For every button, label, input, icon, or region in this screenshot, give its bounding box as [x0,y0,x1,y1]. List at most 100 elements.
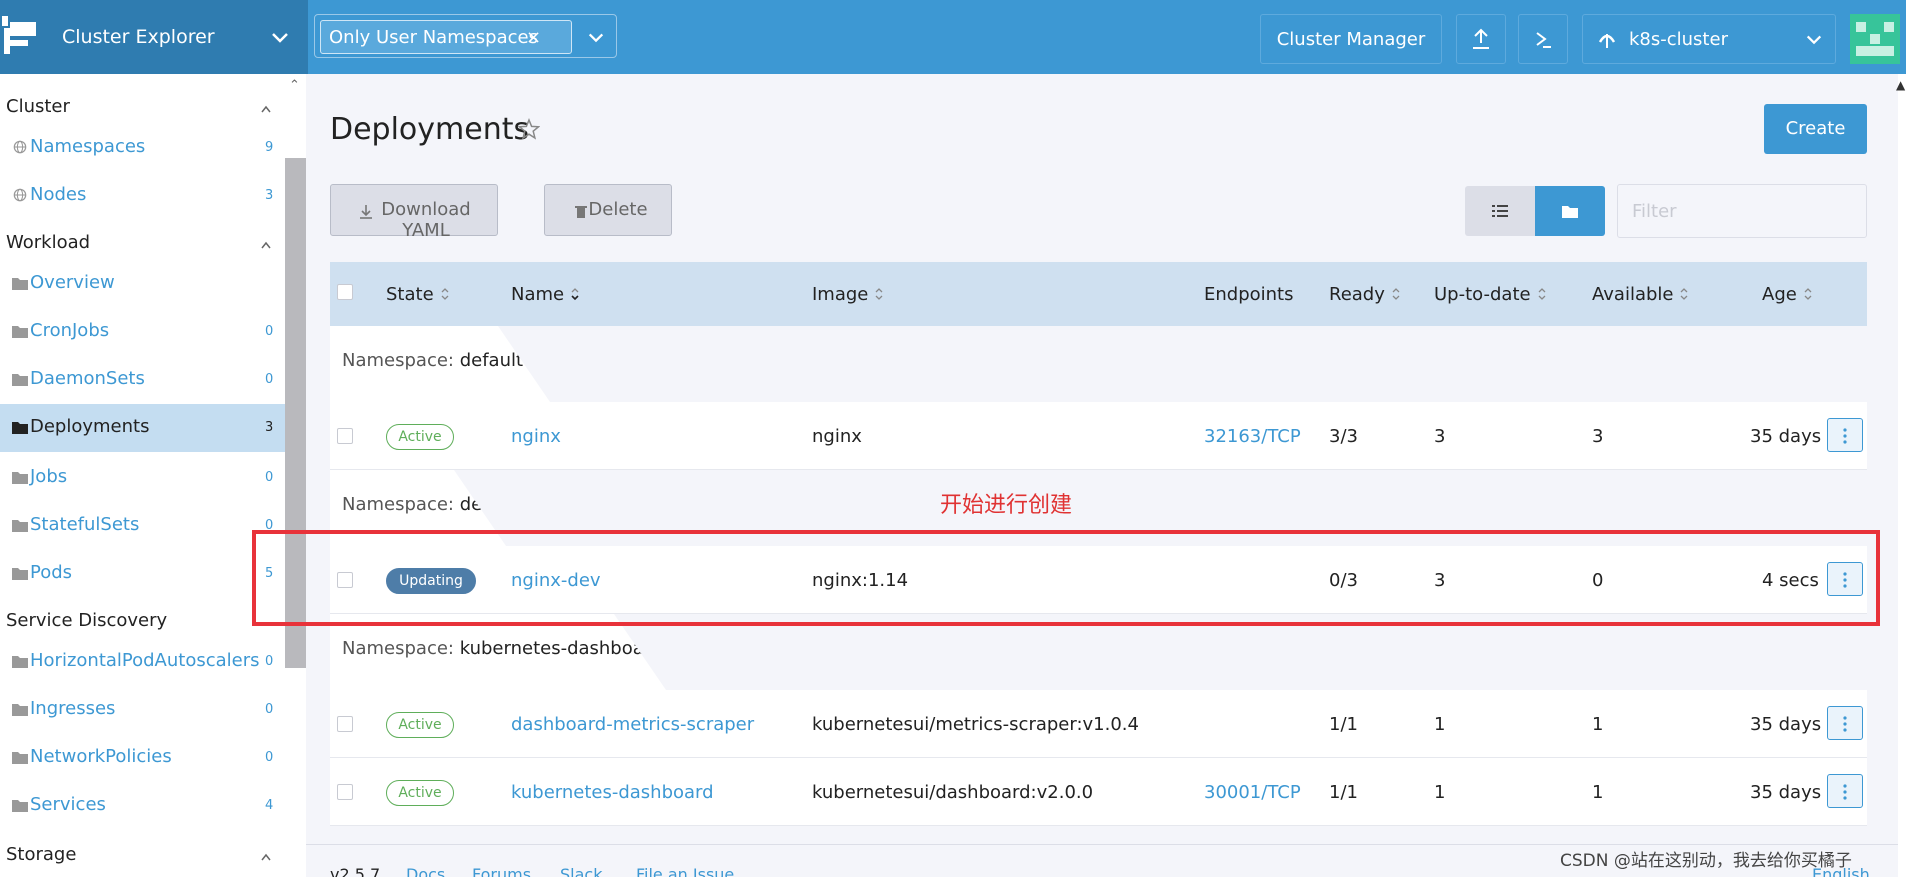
sort-icon [1804,288,1812,300]
globe-icon [13,188,27,202]
helm-icon [1598,34,1616,48]
delete-button[interactable]: Delete [544,184,672,236]
column-image[interactable]: Image [812,284,884,305]
section-storage[interactable]: Storage [6,844,76,865]
column-age[interactable]: Age [1762,284,1813,305]
row-checkbox[interactable] [337,716,353,732]
deployment-name-link[interactable]: dashboard-metrics-scraper [511,714,754,735]
row-checkbox[interactable] [337,784,353,800]
sidebar-item-pods[interactable]: Pods 5 [0,550,285,598]
chevron-up-icon[interactable] [260,852,272,862]
endpoint-link[interactable]: 30001/TCP [1204,782,1301,803]
chevron-down-icon [1806,35,1822,45]
download-yaml-button[interactable]: Download YAML [330,184,498,241]
main-content: Deployments Create Download YAML Delete … [306,74,1898,877]
sidebar-item-deployments[interactable]: Deployments 3 [0,404,285,452]
annotation-text: 开始进行创建 [940,493,1073,518]
column-available[interactable]: Available [1592,284,1689,305]
remove-filter-icon[interactable]: × [526,27,541,48]
sort-icon [1392,288,1400,300]
cluster-selector[interactable]: k8s-cluster [1582,14,1836,64]
sidebar-item-nodes[interactable]: Nodes 3 [0,172,285,220]
kebab-menu-icon [1843,716,1847,732]
section-workload[interactable]: Workload [6,232,90,253]
folder-icon [12,800,28,812]
folder-icon [12,374,28,386]
sidebar-item-daemonsets[interactable]: DaemonSets 0 [0,356,285,404]
column-ready[interactable]: Ready [1329,284,1401,305]
sidebar-item-overview[interactable]: Overview [0,260,285,308]
row-actions-button[interactable] [1827,418,1863,452]
up-to-date-cell: 1 [1434,714,1446,735]
chevron-up-icon[interactable] [260,104,272,114]
view-toggle [1465,186,1605,236]
docs-link[interactable]: Docs [406,865,445,877]
table-row[interactable]: Active dashboard-metrics-scraper kuberne… [330,690,1867,758]
row-actions-button[interactable] [1827,706,1863,740]
table-row[interactable]: Active kubernetes-dashboard kubernetesui… [330,758,1867,826]
sidebar-item-ingresses[interactable]: Ingresses 0 [0,686,285,734]
sidebar-item-hpa[interactable]: HorizontalPodAutoscalers 0 [0,638,285,686]
folder-icon [12,752,28,764]
forums-link[interactable]: Forums [472,865,531,877]
folder-icon [12,568,28,580]
namespace-filter-label: Only User Namespaces [329,27,538,48]
cluster-explorer-menu[interactable]: Cluster Explorer [0,0,308,74]
table-row[interactable]: Active nginx nginx 32163/TCP 3/3 3 3 35 … [330,402,1867,470]
cluster-name: k8s-cluster [1629,29,1728,50]
endpoint-link[interactable]: 32163/TCP [1204,426,1301,447]
sidebar-item-services[interactable]: Services 4 [0,782,285,830]
upload-icon [1473,28,1489,49]
deployment-name-link[interactable]: kubernetes-dashboard [511,782,714,803]
folder-icon [12,278,28,290]
section-cluster[interactable]: Cluster [6,96,70,117]
chevron-down-icon [588,33,604,43]
kubectl-shell-button[interactable] [1518,14,1568,64]
row-actions-button[interactable] [1827,774,1863,808]
scroll-up-icon[interactable]: ⌃ [289,78,300,93]
sidebar-item-jobs[interactable]: Jobs 0 [0,454,285,502]
import-yaml-button[interactable] [1456,14,1506,64]
version-label: v2.5.7 [330,865,381,877]
sidebar-item-cronjobs[interactable]: CronJobs 0 [0,308,285,356]
filter-input[interactable] [1617,184,1867,238]
cluster-manager-button[interactable]: Cluster Manager [1260,14,1442,64]
row-checkbox[interactable] [337,428,353,444]
identicon-icon [1856,22,1894,56]
sidebar-item-namespaces[interactable]: Namespaces 9 [0,124,285,172]
group-by-namespace-button[interactable] [1535,186,1605,236]
list-icon [1492,205,1508,217]
file-issue-link[interactable]: File an Issue [636,865,734,877]
chevron-up-icon[interactable] [260,240,272,250]
ready-cell: 3/3 [1329,426,1358,447]
select-all-checkbox[interactable] [337,284,353,300]
available-cell: 1 [1592,782,1604,803]
column-up-to-date[interactable]: Up-to-date [1434,284,1547,305]
sidebar-item-networkpolicies[interactable]: NetworkPolicies 0 [0,734,285,782]
rancher-logo-icon [2,16,36,54]
image-cell: kubernetesui/metrics-scraper:v1.0.4 [812,714,1139,735]
column-state[interactable]: State [386,284,450,305]
create-button[interactable]: Create [1764,104,1867,154]
section-service-discovery[interactable]: Service Discovery [6,610,167,631]
up-to-date-cell: 1 [1434,782,1446,803]
age-cell: 35 days [1750,714,1822,735]
slack-link[interactable]: Slack [560,865,602,877]
scroll-up-icon[interactable]: ▲ [1896,78,1905,92]
namespace-group-tab: Namespace: default [330,326,550,402]
namespace-group-header: Namespace: default [330,326,1867,402]
namespace-filter-select[interactable]: Only User Namespaces × [314,14,617,58]
sidebar-item-statefulsets[interactable]: StatefulSets 0 [0,502,285,550]
status-badge: Active [386,424,454,450]
column-name[interactable]: Name [511,284,580,305]
terminal-icon [1536,32,1551,48]
column-endpoints: Endpoints [1204,284,1294,305]
list-view-button[interactable] [1465,186,1535,236]
age-cell: 35 days [1750,782,1822,803]
deployment-name-link[interactable]: nginx [511,426,561,447]
watermark: CSDN @站在这别动，我去给你买橘子 [1560,851,1852,871]
image-cell: kubernetesui/dashboard:v2.0.0 [812,782,1094,803]
star-icon[interactable] [518,118,540,140]
user-avatar[interactable] [1850,14,1900,64]
kebab-menu-icon [1843,428,1847,444]
